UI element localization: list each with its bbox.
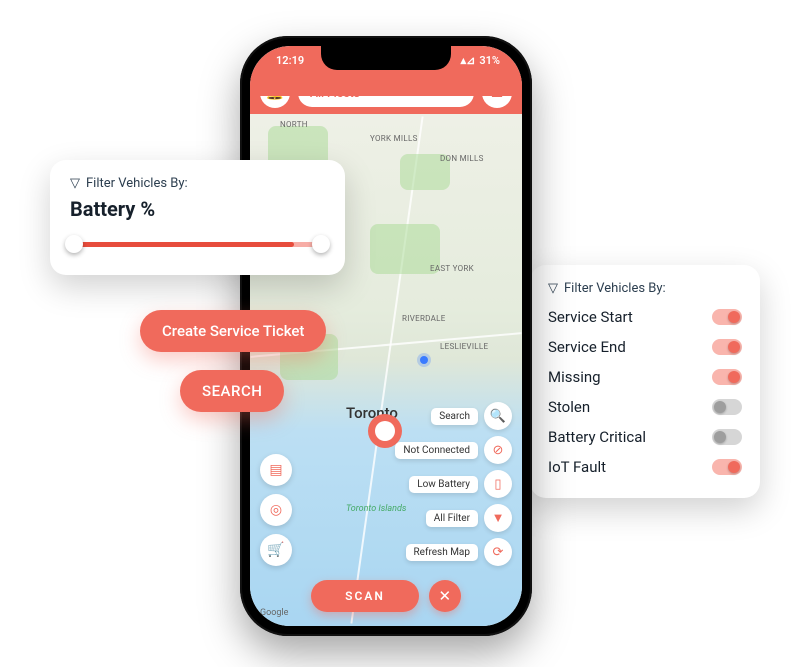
not-connected-chip[interactable]: Not Connected (395, 442, 478, 459)
refresh-icon: ⟳ (493, 545, 504, 560)
toggle-switch-battery-critical[interactable] (712, 429, 742, 445)
toggle-label: IoT Fault (548, 458, 606, 476)
locate-button[interactable]: ◎ (260, 494, 292, 526)
search-button[interactable]: SEARCH (180, 370, 284, 412)
map-area-label: DON MILLS (440, 154, 484, 163)
low-battery-fab[interactable]: ▯ (484, 470, 512, 498)
bottom-action-row: SCAN ✕ (250, 580, 522, 612)
all-filter-chip[interactable]: All Filter (426, 510, 478, 527)
toggle-row-stolen: Stolen (548, 392, 742, 422)
left-fab-column: ▤ ◎ 🛒 (260, 454, 292, 566)
shopping-cart-icon: 🛒 (267, 542, 284, 558)
search-fab[interactable]: 🔍 (484, 402, 512, 430)
signal-icon: ▴⊿ (461, 54, 476, 67)
status-battery: 31% (479, 54, 500, 67)
filter-heading-text: Filter Vehicles By: (564, 281, 666, 296)
close-icon: ✕ (439, 587, 452, 605)
filter-heading: ▽ Filter Vehicles By: (70, 176, 325, 191)
filter-toggles-panel: ▽ Filter Vehicles By: Service Start Serv… (530, 265, 760, 498)
filter-icon: ▽ (70, 176, 80, 191)
toggle-label: Missing (548, 368, 601, 386)
filter-heading-text: Filter Vehicles By: (86, 176, 188, 191)
map-area-label: RIVERDALE (402, 314, 446, 323)
search-chip[interactable]: Search (431, 408, 478, 425)
toggle-label: Service End (548, 338, 626, 356)
status-time: 12:19 (276, 54, 304, 67)
toggle-row-service-start: Service Start (548, 302, 742, 332)
user-location-dot (420, 356, 428, 364)
scan-button[interactable]: SCAN (311, 580, 419, 612)
toggle-switch-stolen[interactable] (712, 399, 742, 415)
funnel-icon: ▼ (492, 510, 505, 526)
bike-icon (377, 423, 393, 439)
toggle-switch-iot-fault[interactable] (712, 459, 742, 475)
battery-slider[interactable] (70, 235, 325, 253)
filter-heading: ▽ Filter Vehicles By: (548, 281, 742, 296)
crosshair-icon: ◎ (270, 502, 282, 518)
map-area-label: LESLIEVILLE (440, 342, 488, 351)
toggle-row-service-end: Service End (548, 332, 742, 362)
refresh-map-fab[interactable]: ⟳ (484, 538, 512, 566)
wifi-off-icon: ⊘ (493, 443, 504, 458)
battery-title: Battery % (70, 197, 325, 221)
map-area-label: YORK MILLS (370, 134, 418, 143)
layers-button[interactable]: ▤ (260, 454, 292, 486)
search-icon: 🔍 (490, 409, 506, 424)
slider-thumb-min[interactable] (65, 235, 83, 253)
layers-icon: ▤ (269, 462, 282, 478)
battery-icon: ▯ (494, 477, 501, 492)
toggle-row-battery-critical: Battery Critical (548, 422, 742, 452)
toggle-row-missing: Missing (548, 362, 742, 392)
quick-filter-column: Search 🔍 Not Connected ⊘ Low Battery ▯ A… (395, 402, 512, 566)
not-connected-fab[interactable]: ⊘ (484, 436, 512, 464)
low-battery-chip[interactable]: Low Battery (409, 476, 478, 493)
refresh-map-chip[interactable]: Refresh Map (406, 544, 478, 561)
filter-icon: ▽ (548, 281, 558, 296)
close-button[interactable]: ✕ (429, 580, 461, 612)
toggle-label: Battery Critical (548, 428, 646, 446)
slider-fill (70, 242, 294, 247)
cart-button[interactable]: 🛒 (260, 534, 292, 566)
toggle-label: Service Start (548, 308, 633, 326)
notch (321, 46, 451, 70)
map-area-label: NORTH (280, 120, 308, 129)
toggle-label: Stolen (548, 398, 590, 416)
toggle-switch-service-end[interactable] (712, 339, 742, 355)
toggle-switch-service-start[interactable] (712, 309, 742, 325)
create-service-ticket-button[interactable]: Create Service Ticket (140, 310, 326, 352)
toggle-switch-missing[interactable] (712, 369, 742, 385)
slider-thumb-max[interactable] (312, 235, 330, 253)
toggle-row-iot-fault: IoT Fault (548, 452, 742, 482)
battery-filter-panel: ▽ Filter Vehicles By: Battery % (50, 160, 345, 275)
map-area-label: EAST YORK (430, 264, 474, 273)
all-filter-fab[interactable]: ▼ (484, 504, 512, 532)
